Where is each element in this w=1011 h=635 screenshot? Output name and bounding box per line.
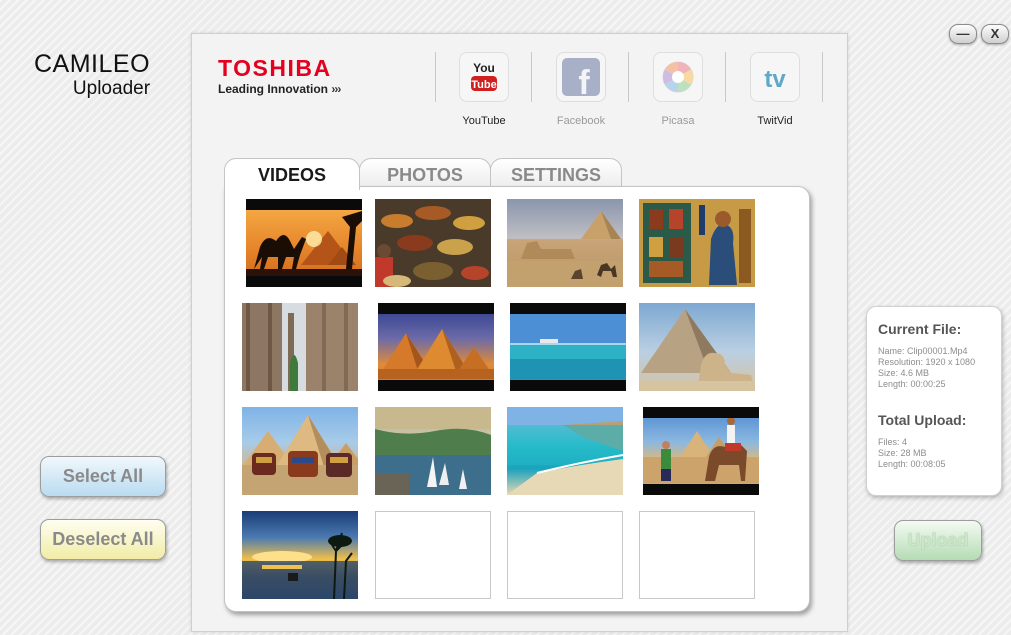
service-divider [531,52,532,102]
app-title: CAMILEO Uploader [34,50,150,100]
empty-slot [639,511,755,599]
toshiba-logo: TOSHIBA Leading Innovation ››› [218,55,341,96]
app-title-line1: CAMILEO [34,50,151,78]
service-divider [822,52,823,102]
facebook-label: Facebook [556,115,606,127]
close-icon: X [990,26,1000,41]
facebook-icon-text: f [578,64,590,101]
media-thumbnail-beach[interactable] [507,407,623,495]
twitvid-icon: tv [764,66,786,93]
nile-boats-image [375,407,491,495]
beach-image [507,407,623,495]
media-thumbnail-pyramids-dusk[interactable] [378,303,494,391]
picasa-button[interactable] [653,52,703,102]
upload-button[interactable]: Upload [894,520,982,561]
file-info-panel: Current File: Name: Clip00001.Mp4 Resolu… [866,306,1002,496]
twitvid-icon-text: tv [764,66,786,93]
select-all-button[interactable]: Select All [40,456,166,497]
minimize-icon: — [956,26,970,41]
tagline-arrows: ››› [331,82,341,96]
twitvid-label: TwitVid [757,115,793,127]
media-thumbnail-sea-horizon[interactable] [510,303,626,391]
media-thumbnail-camel-rider[interactable] [643,407,759,495]
empty-slot [375,511,491,599]
sphinx-image [507,211,623,287]
current-file-resolution: Resolution: 1920 x 1080 [878,357,976,367]
water-sunset-image [242,532,358,599]
camel-sunset-image [246,211,362,277]
total-upload-files: Files: 4 [878,437,908,447]
picasa-icon [662,61,694,93]
twitvid-button[interactable]: tv [750,52,800,102]
camel-rider-image [643,417,759,483]
total-upload-length: Length: 00:08:05 [878,459,946,469]
pyramids-dusk-image [378,329,494,379]
camels-pyramids-image [242,415,358,495]
empty-slot [507,511,623,599]
media-thumbnail-camel-sunset[interactable] [246,199,362,287]
spice-market-image [375,199,491,287]
youtube-icon-text-top: You [473,61,495,75]
service-divider [628,52,629,102]
sea-horizon-image [510,314,626,379]
current-file-size: Size: 4.6 MB [878,368,930,378]
temple-columns-image [242,303,358,391]
brand-tagline: Leading Innovation ››› [218,82,341,96]
service-divider [725,52,726,102]
media-thumbnail-wall-paintings[interactable] [639,199,755,287]
minimize-button[interactable]: — [949,24,977,44]
tab-photos[interactable]: PHOTOS [359,158,491,189]
picasa-label: Picasa [661,115,695,127]
facebook-button[interactable]: f [556,52,606,102]
close-button[interactable]: X [981,24,1009,44]
app-title-line2: Uploader [72,78,151,99]
media-thumbnail-sphinx[interactable] [507,199,623,287]
current-file-name: Name: Clip00001.Mp4 [878,346,968,356]
brand-tagline-text: Leading Innovation [218,82,328,96]
tab-videos[interactable]: VIDEOS [224,158,360,190]
media-thumbnail-temple-columns[interactable] [242,303,358,391]
total-upload-size: Size: 28 MB [878,448,927,458]
tab-settings[interactable]: SETTINGS [490,158,622,189]
youtube-icon-text-bottom: Tube [471,79,496,91]
youtube-button[interactable]: You Tube [459,52,509,102]
deselect-all-button[interactable]: Deselect All [40,519,166,560]
brand-name: TOSHIBA [218,55,332,81]
youtube-icon: You Tube [471,61,497,91]
youtube-label: YouTube [462,115,506,127]
media-thumbnail-camels-pyramids[interactable] [242,407,358,495]
current-file-length: Length: 00:00:25 [878,379,946,389]
great-sphinx-image [639,309,755,391]
media-thumbnail-water-sunset[interactable] [242,511,358,599]
total-upload-heading: Total Upload: [878,412,967,428]
media-thumbnail-great-sphinx[interactable] [639,303,755,391]
media-grid [224,186,810,612]
media-thumbnail-spice-market[interactable] [375,199,491,287]
current-file-heading: Current File: [878,321,962,337]
media-thumbnail-nile-boats[interactable] [375,407,491,495]
facebook-icon: f [562,58,600,102]
service-divider [435,52,436,102]
wall-paintings-image [639,199,755,287]
